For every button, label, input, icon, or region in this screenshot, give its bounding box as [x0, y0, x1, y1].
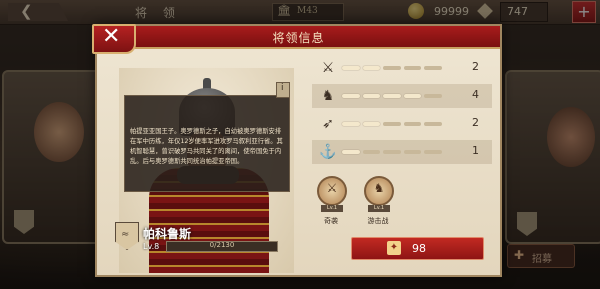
general-name: 帕科鲁斯: [143, 227, 192, 241]
dialog-header: 将领信息: [97, 26, 500, 49]
bow-icon: ➶: [322, 116, 334, 132]
stat-value: 1: [472, 144, 479, 157]
xp-bar: 0/2130: [166, 241, 278, 252]
stat-segment: [424, 122, 442, 126]
stat-bar: [342, 122, 442, 126]
close-icon: ✕: [102, 24, 121, 49]
skill-level: Lv.1: [321, 205, 343, 212]
dialog-title: 将领信息: [272, 31, 325, 45]
biography-text: 帕提亚亚国王子。奥罗德斯之子，自幼被奥罗德斯安排在军中历练，年仅12岁便率军进攻…: [130, 128, 283, 165]
stat-segment: [362, 122, 381, 126]
skill-level: Lv.1: [368, 205, 390, 212]
stat-segment: [342, 150, 360, 154]
skill-guerrilla-icon[interactable]: ♞: [364, 176, 394, 206]
general-info-dialog: 将领信息 ✕ 帕提亚亚国王子。奥罗德斯之子，自幼被奥罗德斯安排在军中历练，年仅1…: [92, 24, 502, 277]
stat-value: 4: [472, 88, 479, 101]
horse-icon: ♞: [321, 88, 335, 104]
recruit-general-button[interactable]: ✦ 98: [351, 237, 484, 260]
stat-segment: [403, 122, 422, 126]
anchor-icon: ⚓: [319, 144, 337, 160]
token-icon: ✦: [387, 241, 401, 255]
stat-row-naval: ⚓ 1: [312, 140, 492, 164]
stat-bar: [342, 66, 442, 70]
xp-text: 0/2130: [209, 241, 235, 249]
stat-row-attack: ⚔ 2: [312, 56, 492, 80]
biography-panel: 帕提亚亚国王子。奥罗德斯之子，自幼被奥罗德斯安排在军中历练，年仅12岁便率军进攻…: [124, 95, 290, 192]
stat-segment: [403, 94, 422, 98]
stat-value: 2: [472, 116, 479, 129]
cost-value: 98: [412, 242, 426, 255]
info-icon: i: [281, 83, 284, 93]
stat-bar: [342, 150, 442, 154]
stat-segment: [403, 66, 422, 70]
close-button[interactable]: ✕: [92, 24, 136, 54]
stat-segment: [383, 150, 401, 154]
sword-icon: ⚔: [321, 60, 335, 76]
stat-segment: [342, 94, 360, 98]
stat-segment: [383, 66, 401, 70]
stat-segment: [403, 150, 422, 154]
skill-name: 游击战: [367, 217, 389, 225]
stat-segment: [342, 66, 360, 70]
stat-value: 2: [472, 60, 479, 73]
stat-segment: [342, 122, 360, 126]
chevron-rank-icon: ≈: [121, 229, 130, 240]
stat-segment: [362, 150, 381, 154]
stat-row-archery: ➶ 2: [312, 112, 492, 136]
skill-name: 奇袭: [324, 217, 338, 225]
stat-segment: [362, 66, 381, 70]
stat-row-cavalry: ♞ 4: [312, 84, 492, 108]
stat-segment: [362, 94, 381, 98]
stat-segment: [424, 94, 442, 98]
info-toggle-button[interactable]: i: [276, 82, 290, 98]
stat-bar: [342, 94, 442, 98]
stat-segment: [424, 66, 442, 70]
stat-segment: [424, 150, 442, 154]
stat-segment: [383, 122, 401, 126]
stat-segment: [383, 94, 401, 98]
skill-raid-icon[interactable]: ⚔: [317, 176, 347, 206]
general-level: Lv.8: [143, 242, 160, 251]
